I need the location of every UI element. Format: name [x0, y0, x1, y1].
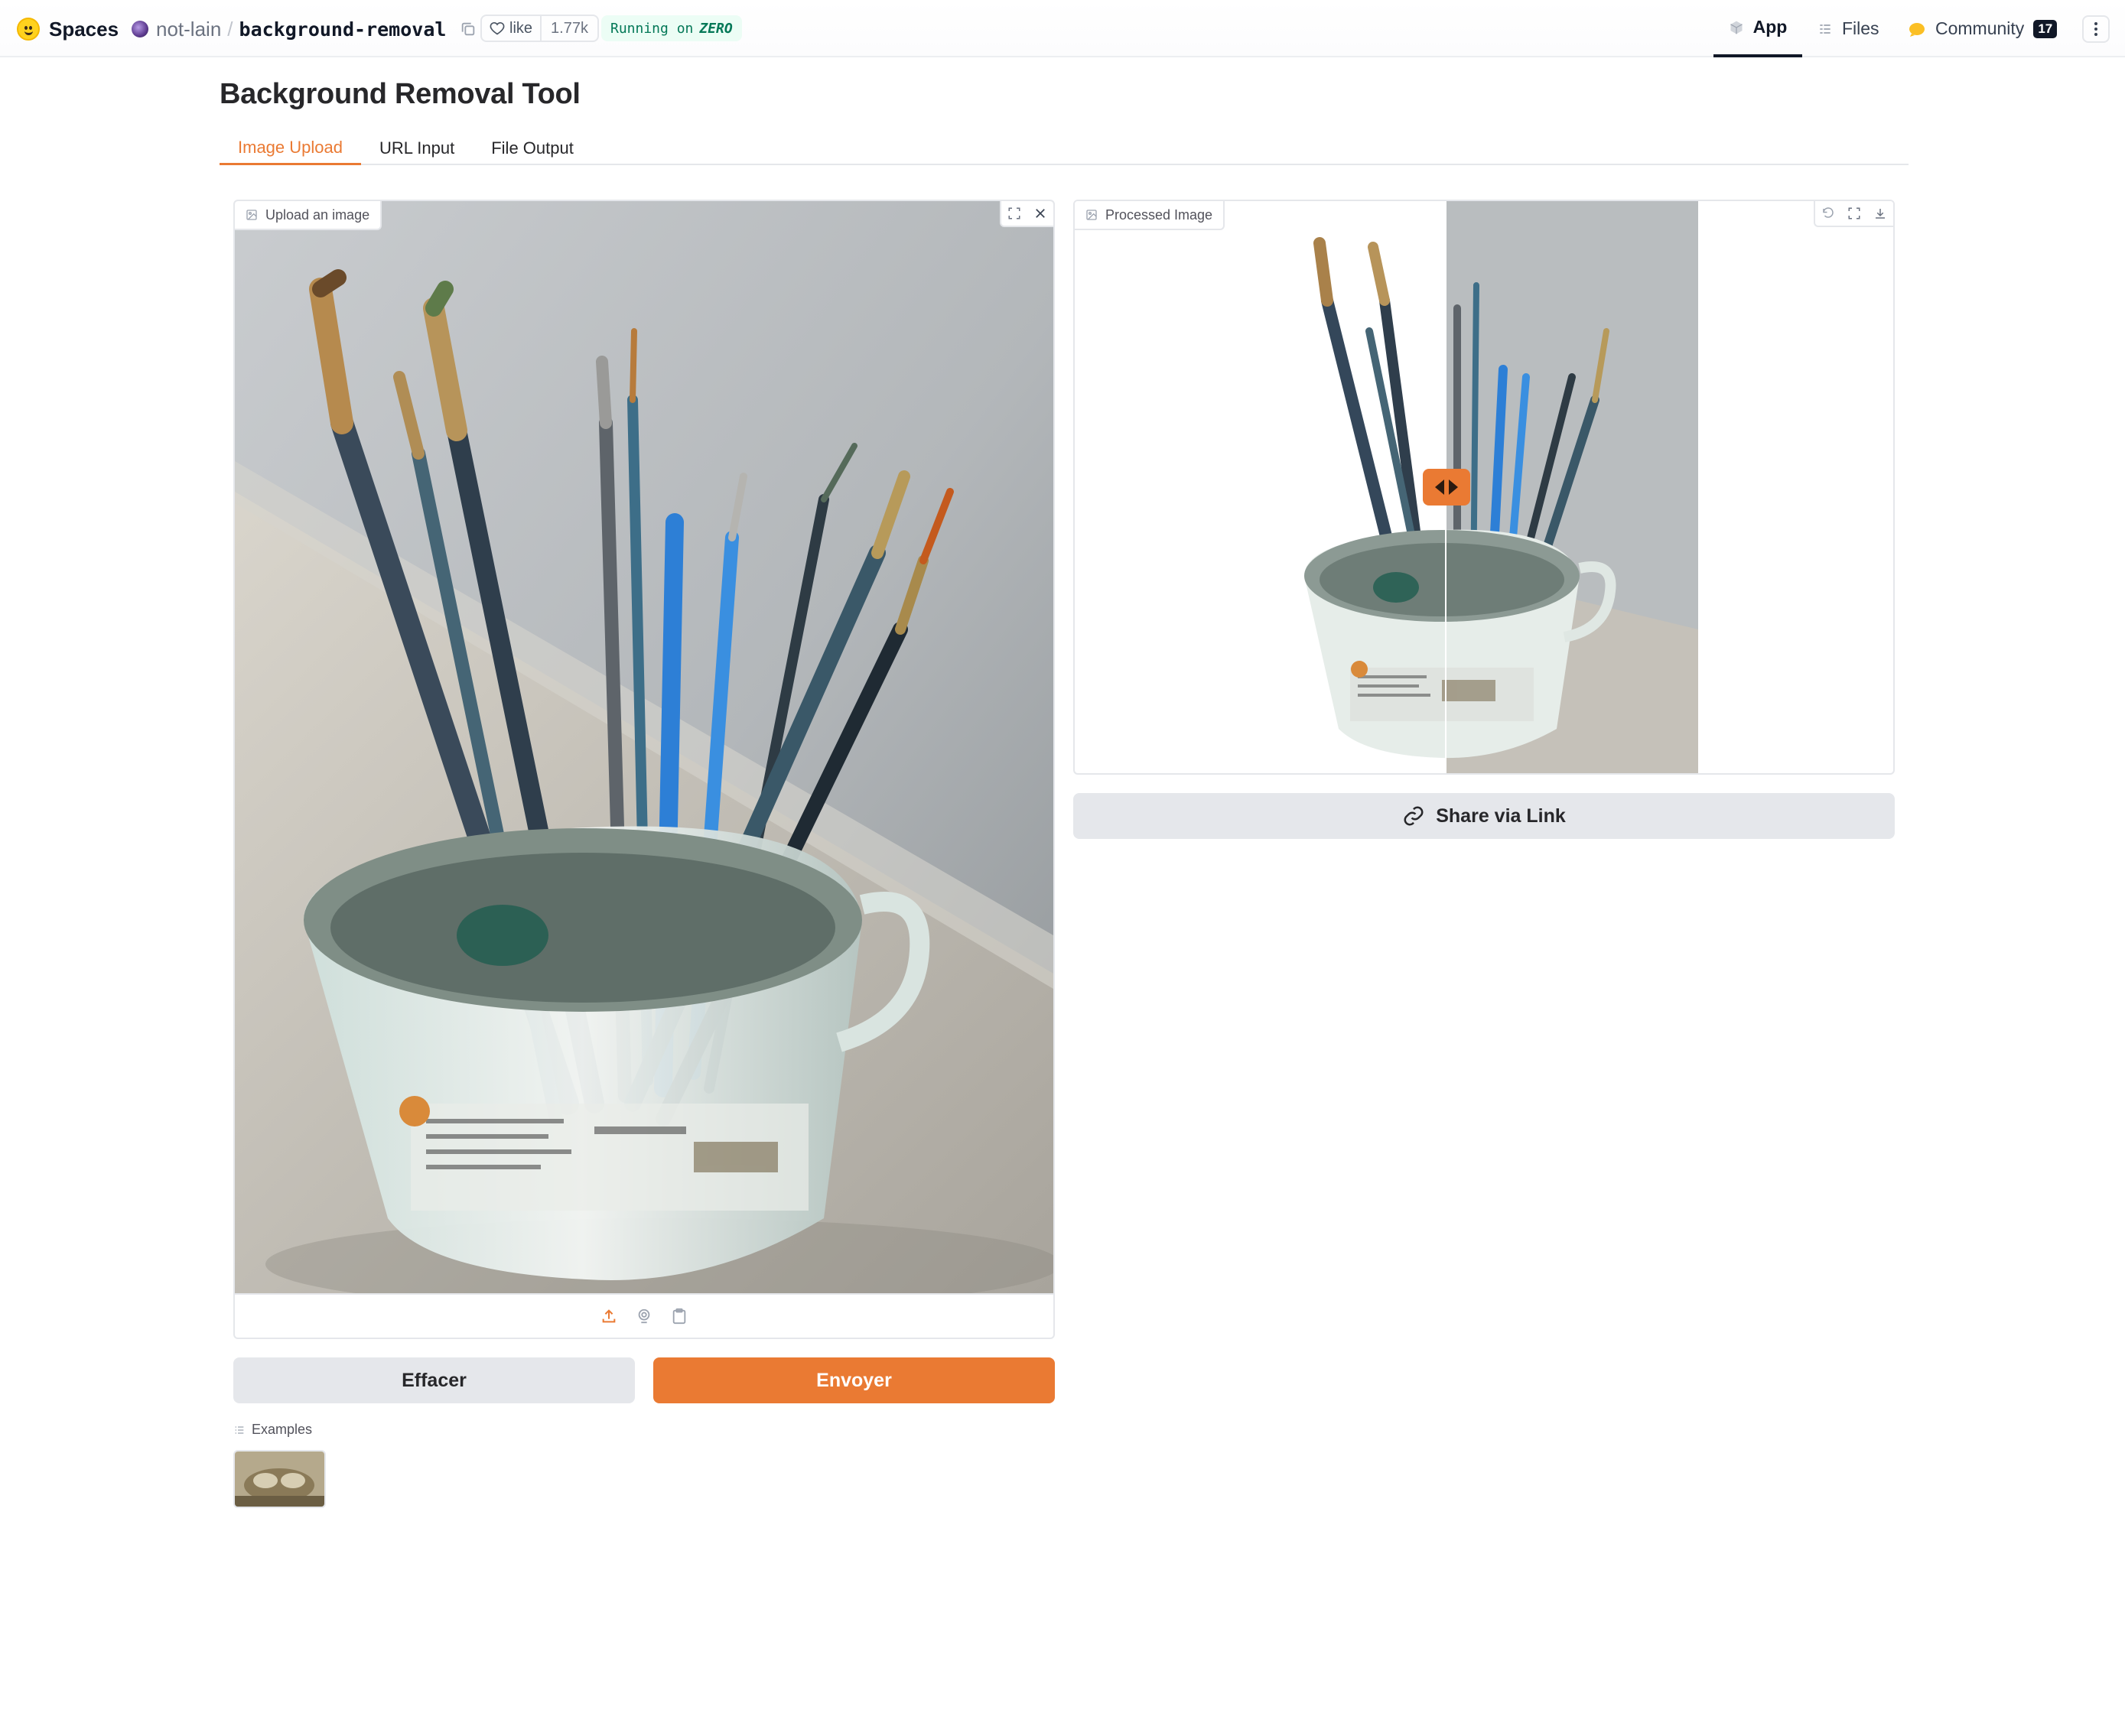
uploaded-photo [235, 201, 1053, 1293]
repo-breadcrumb: not-lain / background-removal [132, 15, 477, 43]
owner-avatar [132, 21, 148, 37]
top-bar: Spaces not-lain / background-removal lik… [0, 0, 2125, 57]
community-count-badge: 17 [2033, 19, 2058, 38]
share-label: Share via Link [1436, 805, 1566, 827]
kebab-menu-icon [2094, 22, 2097, 36]
clipboard-icon [672, 1308, 686, 1325]
clear-button[interactable]: Effacer [233, 1357, 635, 1403]
owner-link[interactable]: not-lain [156, 18, 221, 41]
remove-image-button[interactable] [1027, 201, 1053, 226]
page-title: Background Removal Tool [220, 78, 581, 110]
link-icon [1404, 806, 1424, 826]
processed-image-label: Processed Image [1075, 201, 1225, 230]
running-status-badge[interactable]: Running on ZERO [601, 15, 742, 41]
examples-label: Examples [233, 1422, 312, 1438]
input-tabs: Image Upload URL Input File Output [220, 132, 1909, 165]
clipboard-source-button[interactable] [669, 1305, 690, 1327]
spaces-home-link[interactable]: Spaces [17, 15, 119, 43]
arrow-left-icon [1435, 480, 1444, 495]
image-upload-panel[interactable]: Upload an image [233, 200, 1055, 1339]
copy-icon[interactable] [460, 21, 477, 37]
image-icon [246, 210, 257, 220]
fullscreen-icon [1008, 207, 1020, 219]
undo-button[interactable] [1815, 201, 1841, 226]
like-button[interactable]: like 1.77k [480, 15, 599, 42]
upload-image-label: Upload an image [235, 201, 382, 230]
examples-label-text: Examples [252, 1422, 313, 1437]
comparison-image [1304, 201, 1698, 773]
running-prefix: Running on [610, 20, 694, 37]
download-icon [1876, 209, 1885, 219]
fullscreen-button[interactable] [1841, 201, 1867, 226]
image-source-selector [235, 1293, 1053, 1338]
community-chat-icon [1909, 22, 1925, 37]
processed-toolbar [1814, 201, 1893, 227]
example-thumbnail[interactable] [233, 1450, 326, 1508]
like-count[interactable]: 1.77k [540, 16, 597, 41]
like-label: like [509, 19, 533, 37]
share-via-link-button[interactable]: Share via Link [1073, 793, 1895, 839]
tab-url-input[interactable]: URL Input [361, 132, 473, 165]
tab-files-label: Files [1842, 18, 1879, 38]
more-options-button[interactable] [2082, 15, 2110, 43]
brand-label: Spaces [49, 17, 119, 41]
tab-app[interactable]: App [1713, 0, 1802, 57]
app-cube-icon [1730, 21, 1743, 34]
fullscreen-button[interactable] [1001, 201, 1027, 226]
upload-source-button[interactable] [598, 1305, 620, 1327]
close-icon [1036, 209, 1045, 218]
hugging-face-logo-icon [17, 18, 40, 41]
running-hardware: ZERO [699, 20, 733, 37]
tab-community[interactable]: Community 17 [1908, 0, 2061, 57]
upload-toolbar [1000, 201, 1053, 227]
tab-file-output[interactable]: File Output [473, 132, 592, 165]
heart-icon [490, 21, 505, 35]
tab-files[interactable]: Files [1817, 0, 1886, 57]
comparison-slider-handle[interactable] [1423, 469, 1470, 506]
arrow-right-icon [1449, 480, 1458, 495]
upload-icon [602, 1309, 616, 1323]
processed-image-panel: Processed Image [1073, 200, 1895, 775]
breadcrumb-separator: / [227, 17, 233, 41]
download-button[interactable] [1867, 201, 1893, 226]
undo-icon [1823, 207, 1834, 218]
image-icon [1086, 210, 1097, 220]
webcam-source-button[interactable] [633, 1305, 655, 1327]
tab-image-upload[interactable]: Image Upload [220, 132, 361, 165]
files-icon [1820, 24, 1830, 34]
processed-label-text: Processed Image [1105, 206, 1213, 223]
tab-community-label: Community [1935, 18, 2025, 38]
webcam-icon [638, 1309, 650, 1324]
repo-name-link[interactable]: background-removal [239, 18, 447, 41]
upload-label-text: Upload an image [265, 206, 370, 223]
list-icon [235, 1426, 244, 1434]
tab-app-label: App [1752, 17, 1788, 37]
fullscreen-icon [1848, 207, 1860, 219]
submit-button[interactable]: Envoyer [653, 1357, 1055, 1403]
